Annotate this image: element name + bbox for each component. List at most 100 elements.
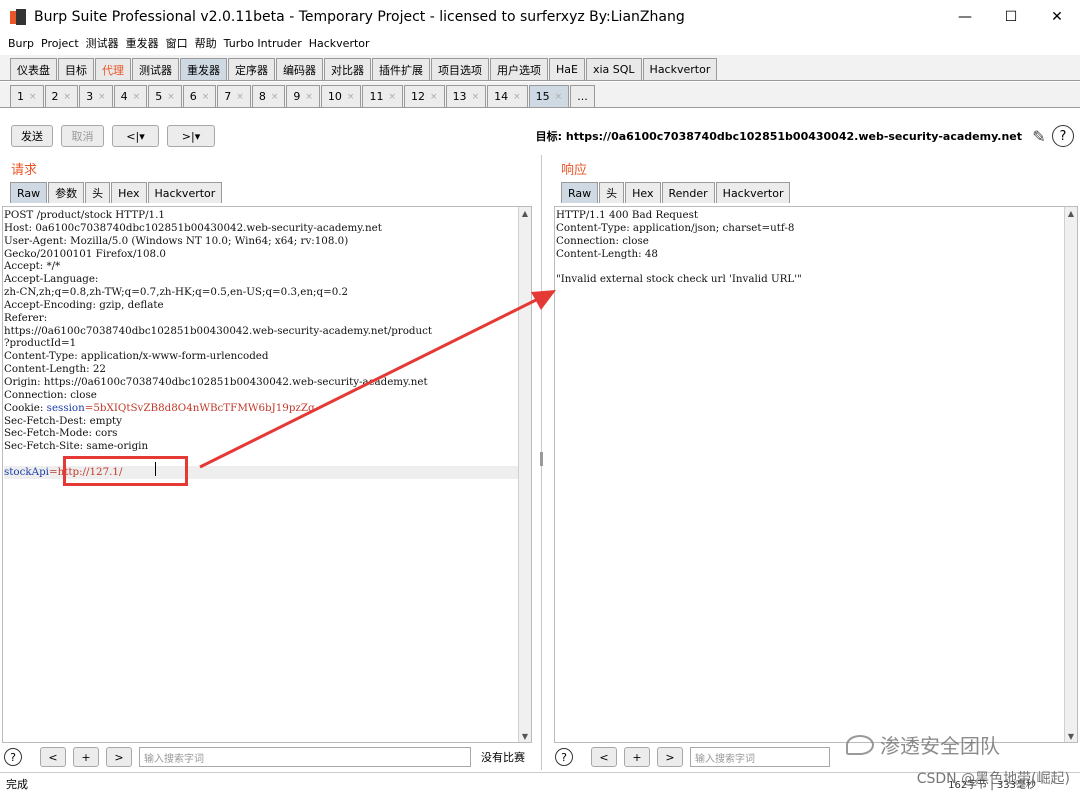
close-tab-icon[interactable]: ×: [64, 92, 72, 102]
help-icon[interactable]: ?: [1052, 125, 1074, 147]
main-tab-item-8[interactable]: 插件扩展: [372, 58, 430, 80]
scroll-up-icon[interactable]: ▲: [519, 207, 531, 219]
repeater-tab[interactable]: 11 ×: [362, 85, 404, 107]
scroll-up-icon[interactable]: ▲: [1065, 207, 1077, 219]
main-tab-item-0[interactable]: 仪表盘: [10, 58, 57, 80]
repeater-tab[interactable]: 8 ×: [251, 85, 286, 107]
request-tab-item-1[interactable]: 参数: [48, 182, 85, 203]
search-help-icon[interactable]: ?: [555, 748, 573, 766]
main-tab-item-2[interactable]: 代理: [95, 58, 131, 80]
repeater-tab[interactable]: 12 ×: [404, 85, 445, 107]
repeater-tab[interactable]: 2 ×: [44, 85, 79, 107]
close-tab-icon[interactable]: ×: [133, 92, 141, 102]
menu-item-hackvertor[interactable]: Hackvertor: [309, 37, 370, 50]
request-text[interactable]: POST /product/stock HTTP/1.1 Host: 0a6100…: [4, 209, 519, 479]
search-prev-button[interactable]: <: [591, 747, 617, 767]
main-tab-item-7[interactable]: 对比器: [324, 58, 371, 80]
response-tab-hackvertor[interactable]: Hackvertor: [715, 182, 791, 203]
cancel-button[interactable]: 取消: [61, 125, 104, 147]
repeater-tab[interactable]: 9 ×: [286, 85, 320, 107]
close-tab-icon[interactable]: ×: [167, 92, 175, 102]
menu-item-item-5[interactable]: 帮助: [195, 35, 217, 51]
request-tab-hex[interactable]: Hex: [111, 182, 147, 203]
main-tab-item-6[interactable]: 编码器: [276, 58, 323, 80]
main-tab-hae[interactable]: HaE: [549, 58, 585, 80]
menu-bar: Burp Project 测试器 重发器 窗口 帮助 Turbo Intruder Hackv…: [0, 33, 1080, 53]
search-add-button[interactable]: +: [73, 747, 99, 767]
repeater-tab[interactable]: 14 ×: [487, 85, 528, 107]
menu-item-project[interactable]: Project: [41, 37, 79, 50]
close-tab-icon[interactable]: ×: [271, 92, 279, 102]
split-divider[interactable]: [538, 155, 546, 770]
request-scrollbar[interactable]: ▲ ▼: [518, 207, 531, 742]
repeater-tab[interactable]: 15 ×: [528, 85, 570, 107]
repeater-tab[interactable]: 7 ×: [217, 85, 251, 107]
repeater-tab[interactable]: 5 ×: [148, 85, 182, 107]
history-back-button[interactable]: <|▾: [112, 125, 159, 147]
main-tab-item-3[interactable]: 测试器: [132, 58, 179, 80]
request-tab-hackvertor[interactable]: Hackvertor: [147, 182, 223, 203]
csdn-watermark: CSDN @黑色地带(崛起): [916, 771, 1070, 787]
minimize-button[interactable]: —: [942, 0, 988, 33]
close-tab-icon[interactable]: ×: [98, 92, 106, 102]
response-tab-raw[interactable]: Raw: [561, 182, 599, 203]
request-search-bar: ? < + > 输入搜索字词 没有比赛: [4, 744, 525, 770]
main-tab-item-4[interactable]: 重发器: [180, 58, 227, 80]
main-tab-item-9[interactable]: 项目选项: [431, 58, 489, 80]
title-bar: Burp Suite Professional v2.0.11beta - Te…: [0, 0, 1080, 33]
main-tab-item-1[interactable]: 目标: [58, 58, 94, 80]
response-text[interactable]: HTTP/1.1 400 Bad Request Content-Type: ap…: [556, 209, 802, 286]
close-tab-icon[interactable]: ×: [388, 92, 396, 102]
response-editor[interactable]: HTTP/1.1 400 Bad Request Content-Type: ap…: [554, 206, 1078, 743]
search-prev-button[interactable]: <: [40, 747, 66, 767]
request-search-input[interactable]: 输入搜索字词: [139, 747, 471, 767]
maximize-button[interactable]: ☐: [988, 0, 1034, 33]
search-add-button[interactable]: +: [624, 747, 650, 767]
search-next-button[interactable]: >: [657, 747, 683, 767]
history-forward-button[interactable]: >|▾: [167, 125, 215, 147]
close-tab-icon[interactable]: ×: [202, 92, 210, 102]
close-tab-icon[interactable]: ×: [513, 92, 521, 102]
scroll-down-icon[interactable]: ▼: [519, 730, 531, 742]
wechat-watermark-text: 渗透安全团队: [880, 734, 1000, 758]
cookie-line: Cookie: session=5bXIQtSvZB8d8O4nWBcTFMW6…: [4, 402, 519, 415]
main-tab-item-5[interactable]: 定序器: [228, 58, 275, 80]
close-tab-icon[interactable]: ×: [347, 92, 355, 102]
response-scrollbar[interactable]: ▲ ▼: [1064, 207, 1077, 742]
close-tab-icon[interactable]: ×: [236, 92, 244, 102]
send-button[interactable]: 发送: [11, 125, 53, 147]
menu-item-burp[interactable]: Burp: [8, 37, 34, 50]
response-tab-render[interactable]: Render: [661, 182, 715, 203]
menu-item-item-4[interactable]: 窗口: [166, 35, 188, 51]
search-next-button[interactable]: >: [106, 747, 132, 767]
repeater-tab[interactable]: 1 ×: [10, 85, 44, 107]
menu-item-turbo-intruder[interactable]: Turbo Intruder: [224, 37, 302, 50]
repeater-tab[interactable]: 13 ×: [445, 85, 487, 107]
response-tab-item-1[interactable]: 头: [599, 182, 625, 203]
repeater-tab[interactable]: ...: [570, 85, 595, 107]
close-tab-icon[interactable]: ×: [305, 92, 313, 102]
menu-item-item-3[interactable]: 重发器: [126, 35, 159, 51]
repeater-tab[interactable]: 6 ×: [182, 85, 217, 107]
menu-item-item-2[interactable]: 测试器: [86, 35, 119, 51]
close-tab-icon[interactable]: ×: [472, 92, 480, 102]
main-tab-xia-sql[interactable]: xia SQL: [585, 58, 642, 80]
response-search-input[interactable]: 输入搜索字词: [690, 747, 830, 767]
main-tab-item-10[interactable]: 用户选项: [490, 58, 548, 80]
search-help-icon[interactable]: ?: [4, 748, 22, 766]
close-tab-icon[interactable]: ×: [430, 92, 438, 102]
request-line: Origin: https://0a6100c7038740dbc102851b…: [4, 375, 428, 388]
cookie-prefix: Cookie:: [4, 401, 47, 414]
request-tab-raw[interactable]: Raw: [10, 182, 48, 203]
close-tab-icon[interactable]: ×: [555, 92, 563, 102]
repeater-tab[interactable]: 3 ×: [79, 85, 113, 107]
close-tab-icon[interactable]: ×: [29, 92, 37, 102]
close-button[interactable]: ✕: [1034, 0, 1080, 33]
repeater-tab[interactable]: 4 ×: [113, 85, 148, 107]
scroll-down-icon[interactable]: ▼: [1065, 730, 1077, 742]
response-tab-hex[interactable]: Hex: [625, 182, 661, 203]
pencil-icon[interactable]: ✎: [1028, 125, 1050, 147]
request-tab-item-2[interactable]: 头: [85, 182, 111, 203]
main-tab-hackvertor[interactable]: Hackvertor: [642, 58, 718, 80]
repeater-tab[interactable]: 10 ×: [320, 85, 362, 107]
